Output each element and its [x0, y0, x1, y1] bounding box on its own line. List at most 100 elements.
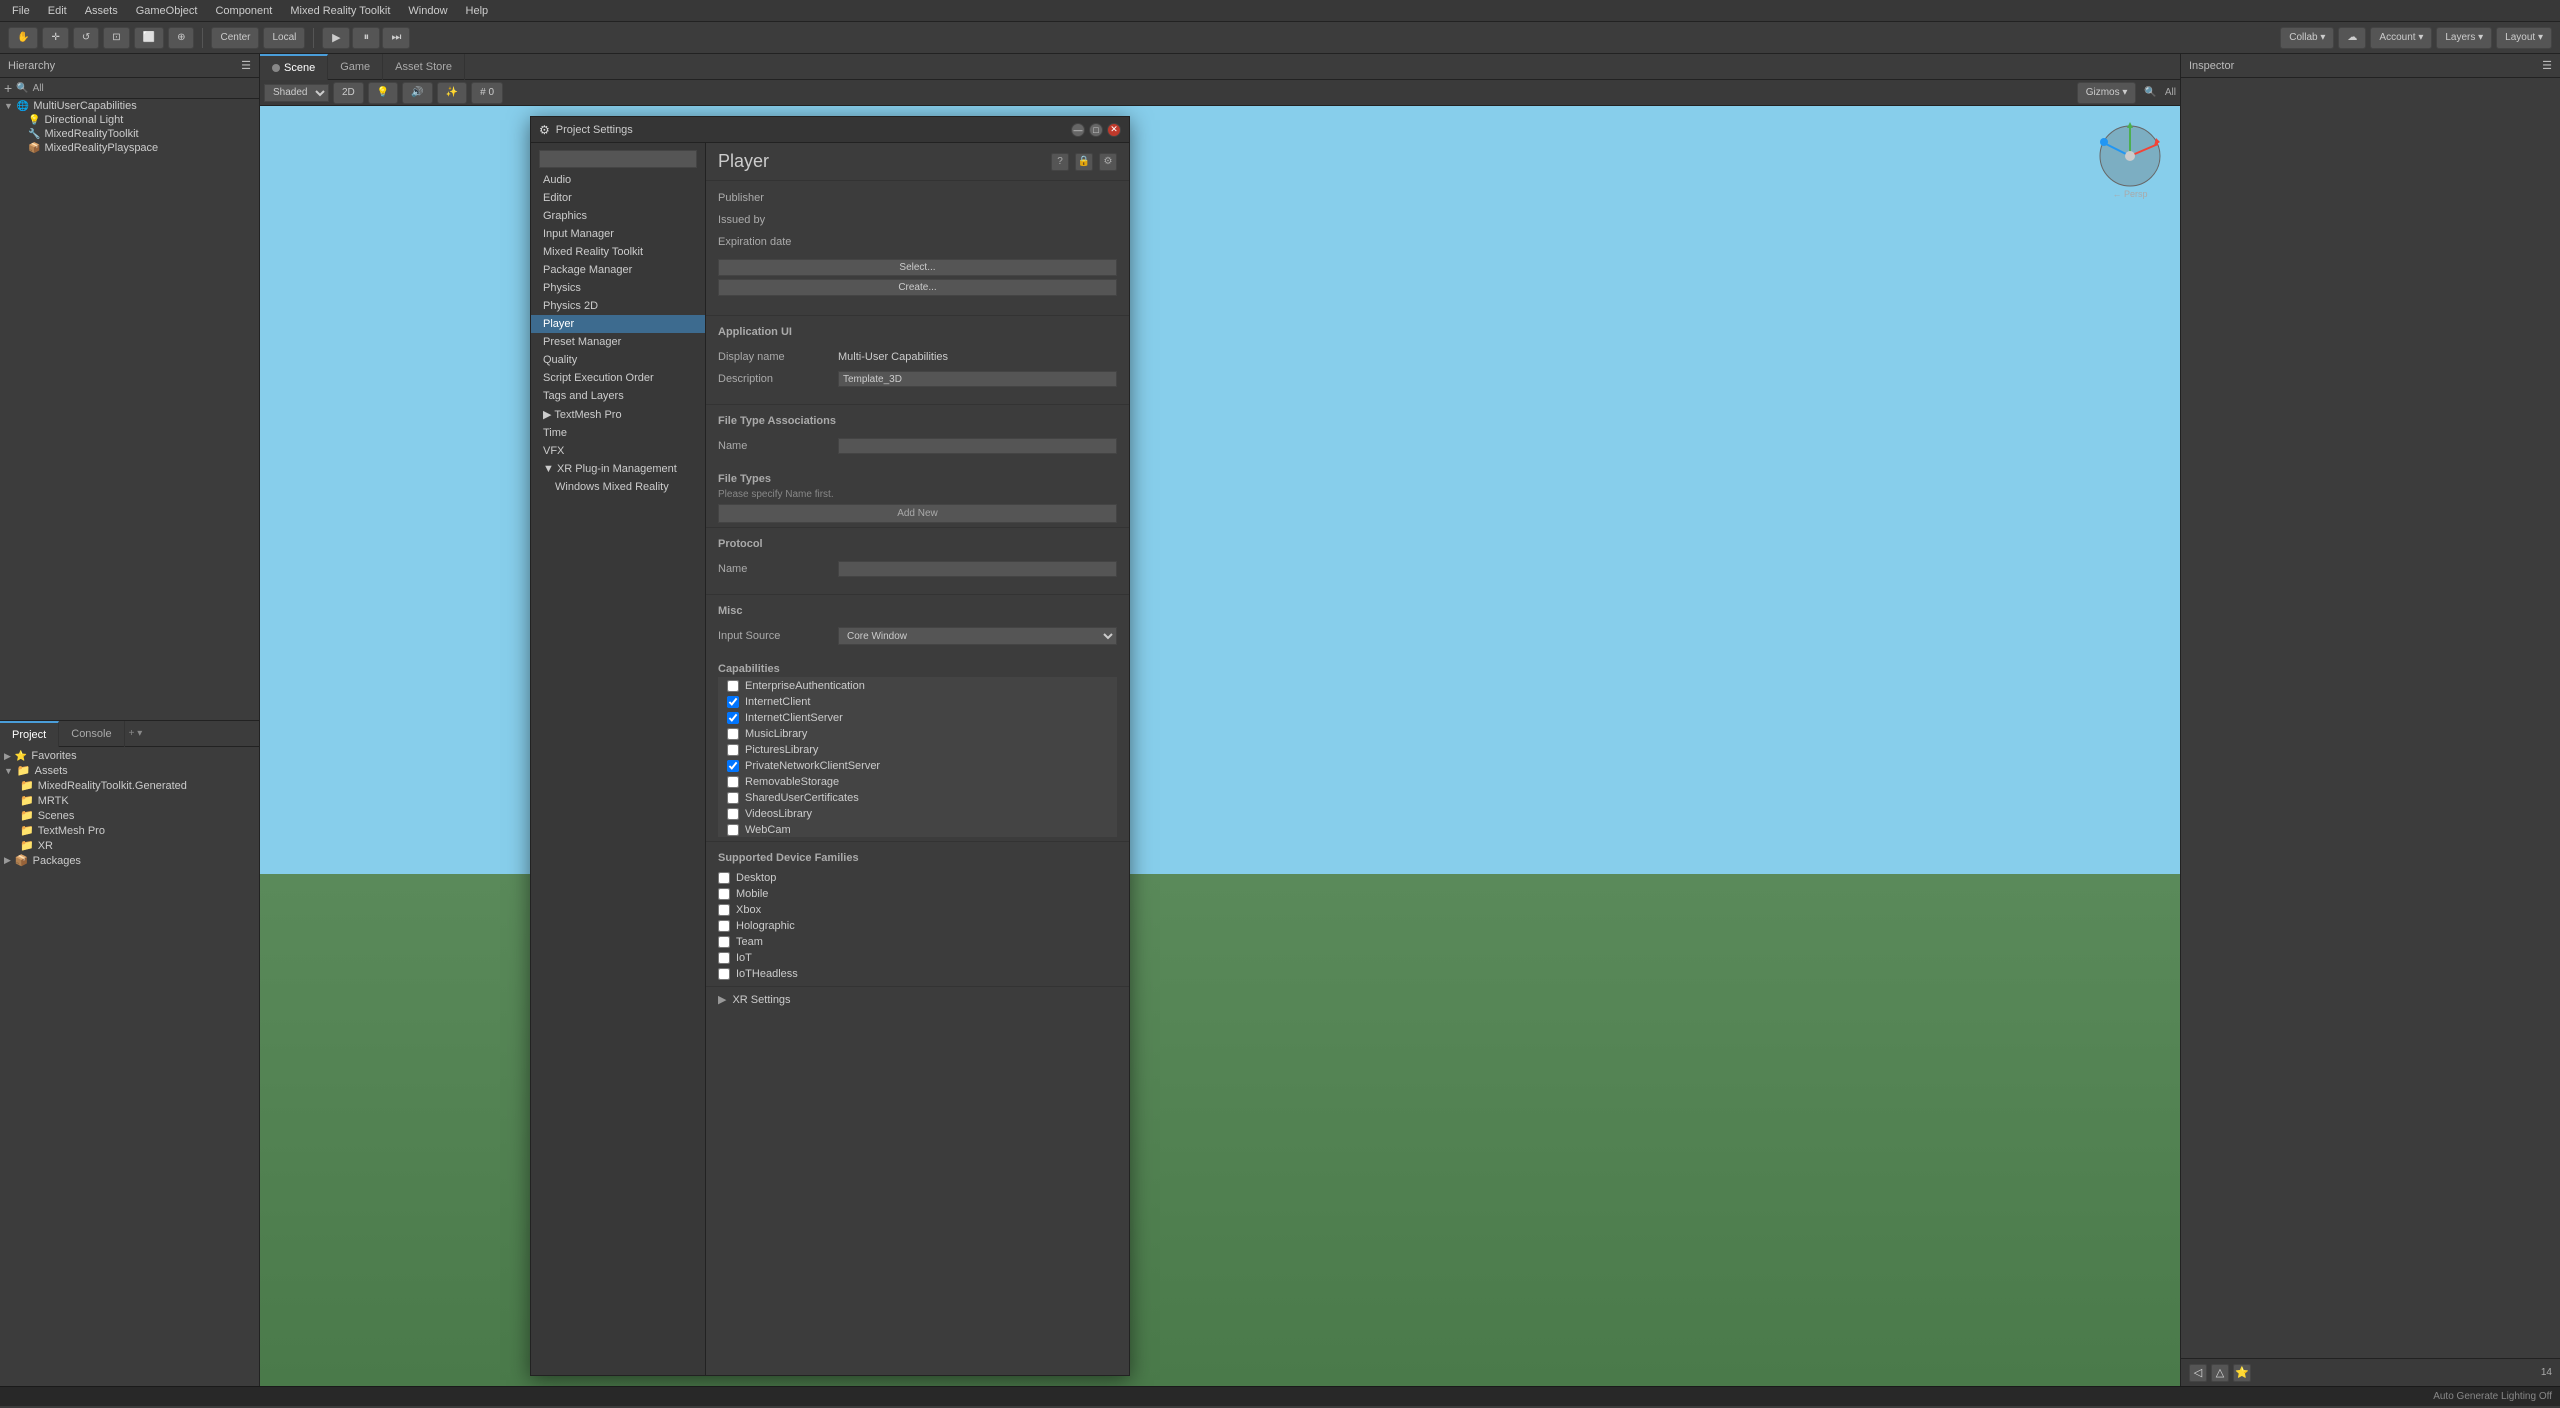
hierarchy-all[interactable]: All	[33, 83, 44, 94]
sidebar-graphics[interactable]: Graphics	[531, 207, 705, 225]
tool-rotate[interactable]: ↺	[73, 27, 99, 49]
collab-button[interactable]: Collab ▾	[2280, 27, 2334, 49]
mode-2d[interactable]: 2D	[333, 82, 364, 104]
sidebar-quality[interactable]: Quality	[531, 351, 705, 369]
device-family-checkbox[interactable]	[718, 936, 730, 948]
capability-checkbox[interactable]	[727, 728, 739, 740]
tree-favorites[interactable]: ▶ ⭐ Favorites	[0, 749, 259, 763]
menu-edit[interactable]: Edit	[40, 3, 75, 19]
create-button[interactable]: Create...	[718, 279, 1117, 296]
hierarchy-search[interactable]: 🔍	[16, 83, 28, 94]
hierarchy-menu[interactable]: ☰	[241, 59, 251, 72]
hierarchy-item-light[interactable]: 💡 Directional Light	[0, 113, 259, 127]
protocol-name-input[interactable]	[838, 561, 1117, 577]
tree-xr[interactable]: 📁 XR	[0, 838, 259, 853]
tool-transform[interactable]: ⊕	[168, 27, 194, 49]
sidebar-windows-mr[interactable]: Windows Mixed Reality	[531, 478, 705, 496]
layers-button[interactable]: Layers ▾	[2436, 27, 2492, 49]
scene-fx[interactable]: ✨	[437, 82, 467, 104]
device-family-checkbox[interactable]	[718, 920, 730, 932]
step-button[interactable]: ⏭	[382, 27, 410, 49]
tree-assets[interactable]: ▼ 📁 Assets	[0, 763, 259, 778]
sidebar-physics[interactable]: Physics	[531, 279, 705, 297]
dialog-maximize[interactable]: □	[1089, 123, 1103, 137]
capability-checkbox[interactable]	[727, 712, 739, 724]
sidebar-textmesh[interactable]: ▶ TextMesh Pro	[531, 405, 705, 424]
capability-checkbox[interactable]	[727, 776, 739, 788]
account-button[interactable]: Account ▾	[2370, 27, 2432, 49]
hierarchy-item-root[interactable]: ▼ 🌐 MultiUserCapabilities	[0, 99, 259, 113]
tool-move[interactable]: ✛	[42, 27, 68, 49]
tool-hand[interactable]: ✋	[8, 27, 38, 49]
hierarchy-add[interactable]: +	[4, 80, 12, 96]
capability-checkbox[interactable]	[727, 808, 739, 820]
capability-checkbox[interactable]	[727, 792, 739, 804]
select-button[interactable]: Select...	[718, 259, 1117, 276]
tool-rect[interactable]: ⬜	[134, 27, 164, 49]
tab-asset-store[interactable]: Asset Store	[383, 54, 465, 80]
dialog-minimize[interactable]: —	[1071, 123, 1085, 137]
hierarchy-item-mrtk[interactable]: 🔧 MixedRealityToolkit	[0, 127, 259, 141]
menu-assets[interactable]: Assets	[77, 3, 126, 19]
menu-component[interactable]: Component	[207, 3, 280, 19]
add-new-button[interactable]: Add New	[718, 504, 1117, 523]
menu-gameobject[interactable]: GameObject	[128, 3, 206, 19]
device-family-checkbox[interactable]	[718, 888, 730, 900]
tab-scene[interactable]: Scene	[260, 54, 328, 80]
tree-textmesh[interactable]: 📁 TextMesh Pro	[0, 823, 259, 838]
capability-checkbox[interactable]	[727, 824, 739, 836]
tab-console[interactable]: Console	[59, 721, 124, 747]
inspector-btn-2[interactable]: △	[2211, 1364, 2229, 1382]
tab-game[interactable]: Game	[328, 54, 383, 80]
lock-icon-btn[interactable]: 🔒	[1075, 153, 1093, 171]
settings-icon-btn[interactable]: ⚙	[1099, 153, 1117, 171]
settings-search[interactable]	[539, 150, 697, 168]
sidebar-audio[interactable]: Audio	[531, 171, 705, 189]
description-input[interactable]	[838, 371, 1117, 387]
inspector-btn-1[interactable]: ◁	[2189, 1364, 2207, 1382]
capability-checkbox[interactable]	[727, 744, 739, 756]
scene-content[interactable]: ← Persp ⚙ Project Settings — □ ✕	[260, 106, 2180, 1386]
menu-file[interactable]: File	[4, 3, 38, 19]
sidebar-package-manager[interactable]: Package Manager	[531, 261, 705, 279]
device-family-checkbox[interactable]	[718, 872, 730, 884]
sidebar-mixed-reality[interactable]: Mixed Reality Toolkit	[531, 243, 705, 261]
pause-button[interactable]: ⏸	[352, 27, 380, 49]
capability-checkbox[interactable]	[727, 760, 739, 772]
sidebar-xr[interactable]: ▼ XR Plug-in Management	[531, 460, 705, 478]
sidebar-input-manager[interactable]: Input Manager	[531, 225, 705, 243]
scene-light[interactable]: 💡	[368, 82, 398, 104]
cloud-button[interactable]: ☁	[2338, 27, 2366, 49]
device-family-checkbox[interactable]	[718, 968, 730, 980]
add-tab-btn[interactable]: + ▾	[129, 728, 143, 739]
scene-audio[interactable]: 🔊	[402, 82, 432, 104]
xr-settings[interactable]: ▶ XR Settings	[706, 986, 1129, 1012]
gizmos-btn[interactable]: Gizmos ▾	[2077, 82, 2137, 104]
sidebar-editor[interactable]: Editor	[531, 189, 705, 207]
tree-mrtk-generated[interactable]: 📁 MixedRealityToolkit.Generated	[0, 778, 259, 793]
shading-select[interactable]: Shaded	[264, 84, 329, 102]
hierarchy-item-playspace[interactable]: 📦 MixedRealityPlayspace	[0, 141, 259, 155]
sidebar-player[interactable]: Player	[531, 315, 705, 333]
tree-packages[interactable]: ▶ 📦 Packages	[0, 853, 259, 868]
play-button[interactable]: ▶	[322, 27, 350, 49]
device-family-checkbox[interactable]	[718, 952, 730, 964]
tree-mrtk[interactable]: 📁 MRTK	[0, 793, 259, 808]
fta-name-input[interactable]	[838, 438, 1117, 454]
help-icon-btn[interactable]: ?	[1051, 153, 1069, 171]
capability-checkbox[interactable]	[727, 680, 739, 692]
inspector-btn-3[interactable]: ⭐	[2233, 1364, 2251, 1382]
capabilities-scroll[interactable]: EnterpriseAuthenticationInternetClientIn…	[718, 677, 1117, 837]
menu-mixed-reality[interactable]: Mixed Reality Toolkit	[282, 3, 398, 19]
input-source-select[interactable]: Core Window	[838, 627, 1117, 645]
capability-checkbox[interactable]	[727, 696, 739, 708]
tab-project[interactable]: Project	[0, 721, 59, 747]
menu-help[interactable]: Help	[458, 3, 497, 19]
layout-button[interactable]: Layout ▾	[2496, 27, 2552, 49]
gizmo-widget[interactable]: ← Persp	[2090, 116, 2170, 196]
sidebar-tags-layers[interactable]: Tags and Layers	[531, 387, 705, 405]
tool-scale[interactable]: ⊡	[103, 27, 129, 49]
device-family-checkbox[interactable]	[718, 904, 730, 916]
dialog-close[interactable]: ✕	[1107, 123, 1121, 137]
sidebar-script-execution[interactable]: Script Execution Order	[531, 369, 705, 387]
